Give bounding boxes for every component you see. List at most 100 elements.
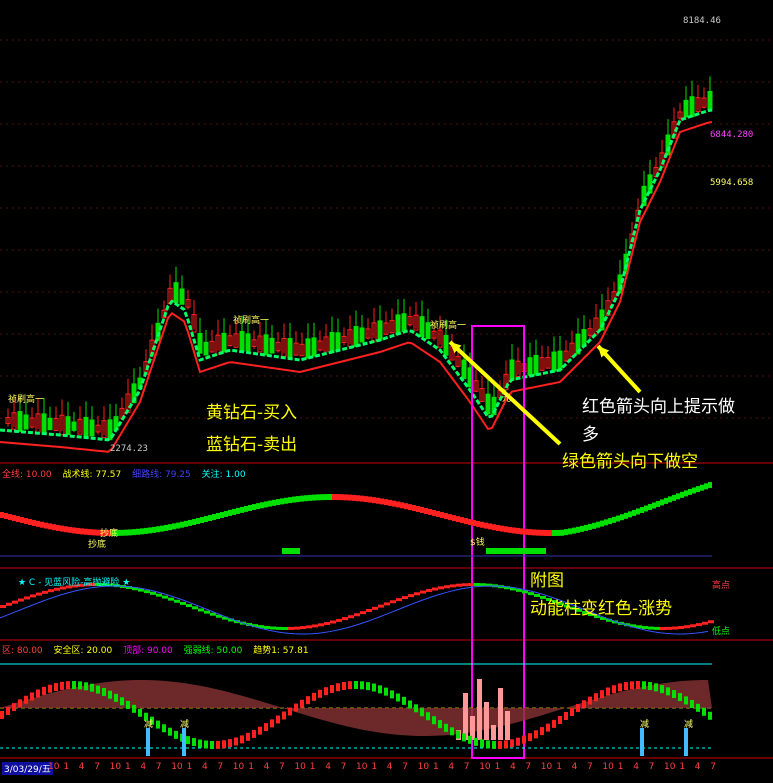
annotation-green-arrow: 绿色箭头向下做空 xyxy=(562,452,698,472)
ind3-bar xyxy=(228,739,232,748)
ind2-step xyxy=(702,621,708,625)
ind1-item-2: 细路线: 79.25 xyxy=(132,470,191,480)
candle-body xyxy=(41,413,47,434)
candle-body xyxy=(533,354,539,376)
ind1-bar xyxy=(532,529,536,536)
ind1-bar xyxy=(0,512,4,518)
ind1-bar xyxy=(548,529,552,536)
indicator2-title: ★ C - 见蓝风险-高抛避险 ★ xyxy=(18,578,131,588)
ind3-bar xyxy=(78,681,82,690)
ind1-bar xyxy=(564,529,568,536)
ind1-bar xyxy=(392,500,396,507)
date-tick: 7 xyxy=(710,762,716,772)
ind1-bar xyxy=(604,519,608,526)
candle-body xyxy=(179,288,185,305)
date-tick: 1 xyxy=(63,762,70,772)
date-tick: 1 xyxy=(556,762,562,772)
candle-body xyxy=(461,359,467,380)
tag-label-1: 祯刷高一 xyxy=(8,395,45,405)
ind3-tag-1: 减 xyxy=(144,720,154,730)
date-tick: 10 xyxy=(602,762,614,772)
candle-body xyxy=(203,341,209,356)
candle-body xyxy=(353,326,359,347)
ind3-bar xyxy=(504,740,508,749)
ind3-bar xyxy=(282,711,286,720)
ind3-bar xyxy=(588,696,592,705)
date-tick: 7 xyxy=(217,762,224,772)
candle-body xyxy=(263,334,269,356)
ind2-step xyxy=(156,593,162,597)
ind3-bar xyxy=(222,740,226,749)
candle-body xyxy=(245,333,251,352)
ind2-step xyxy=(432,587,438,591)
ind2-step xyxy=(204,610,210,614)
ind3-bar xyxy=(408,700,412,709)
ind2-step xyxy=(366,609,372,613)
ind1-bar xyxy=(128,529,132,536)
date-tick: 7 xyxy=(525,762,532,772)
ind2-step xyxy=(300,626,306,630)
ind3-bar xyxy=(624,682,628,691)
ind3-bar xyxy=(342,681,346,690)
ind2-step xyxy=(648,626,654,630)
ind2-step xyxy=(312,624,318,628)
ind1-bar xyxy=(612,516,616,523)
ind2-step xyxy=(360,611,366,615)
date-tick: 4 xyxy=(448,762,455,772)
ind3-spike xyxy=(463,693,468,740)
ind3-item-3: 强弱线: 50.00 xyxy=(183,646,243,656)
ind1-bar xyxy=(524,528,528,535)
ind3-bar xyxy=(708,711,712,720)
ind3-bar xyxy=(162,724,166,733)
ind1-bar xyxy=(360,495,364,502)
ind3-bar xyxy=(636,681,640,690)
ind1-bar xyxy=(660,499,664,506)
ind1-bar xyxy=(420,506,424,513)
ind1-bar xyxy=(88,529,92,536)
ind1-bar xyxy=(628,511,632,518)
ind1-bar xyxy=(244,505,248,512)
ind3-bar xyxy=(402,696,406,705)
ind1-bar xyxy=(416,505,420,512)
ind1-bar xyxy=(516,527,520,534)
ind3-bar xyxy=(696,703,700,712)
ind2-step xyxy=(666,626,672,630)
ind1-bar xyxy=(608,518,612,525)
ind3-marker xyxy=(684,728,688,756)
date-tick: 1 xyxy=(494,762,501,772)
ind1-bar xyxy=(36,520,40,527)
ind3-bar xyxy=(648,682,652,691)
ind1-bar xyxy=(260,502,264,509)
ind1-bar xyxy=(28,519,32,526)
ind1-bar xyxy=(84,528,88,535)
ind1-bar xyxy=(252,504,256,511)
ind3-bar xyxy=(396,693,400,702)
ind2-step xyxy=(30,594,36,598)
ind3-bar xyxy=(18,699,22,708)
ind2-step xyxy=(6,602,12,606)
ind1-bar xyxy=(448,514,452,521)
ind3-bar xyxy=(654,683,658,692)
ind3-bar xyxy=(558,715,562,724)
ind3-item-0: 区: 80.00 xyxy=(2,646,43,656)
ind1-bar xyxy=(568,528,572,535)
candle-body xyxy=(221,332,227,353)
ind3-bar xyxy=(612,685,616,694)
ind3-bar xyxy=(96,685,100,694)
ind1-bar xyxy=(144,527,148,534)
ind3-bar xyxy=(630,681,634,690)
ind1-bar xyxy=(352,494,356,501)
ind1-bar xyxy=(676,493,680,500)
ind1-bar xyxy=(432,509,436,516)
ind1-bar xyxy=(56,524,60,531)
ind3-bar xyxy=(336,683,340,692)
ind2-step xyxy=(468,583,474,587)
date-tick: 7 xyxy=(279,762,285,772)
ind1-bar xyxy=(580,525,584,532)
ind3-marker xyxy=(146,728,150,756)
ind1-bar xyxy=(124,529,128,536)
date-tick: 10 xyxy=(109,762,122,772)
ind3-item-1: 安全区: 20.00 xyxy=(53,646,113,656)
ind2-step xyxy=(192,606,198,610)
ind3-bar xyxy=(522,735,526,744)
